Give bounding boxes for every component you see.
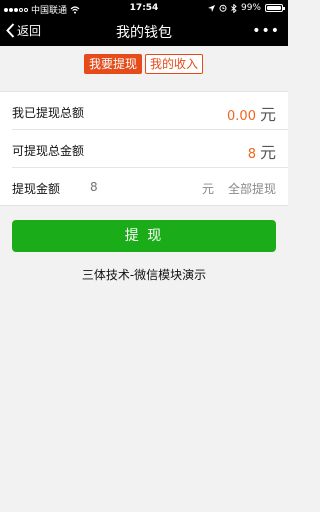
alarm-icon: [219, 4, 227, 12]
withdraw-all-button[interactable]: 全部提现: [228, 180, 276, 197]
back-button[interactable]: 返回: [6, 22, 41, 39]
available-balance-value: 8: [247, 147, 256, 162]
status-right: 99%: [207, 3, 285, 13]
status-bar: 中国联通 17:54 99%: [0, 0, 288, 16]
battery-level: [267, 6, 281, 10]
withdraw-amount-label: 提现金额: [12, 182, 61, 196]
withdraw-amount-input[interactable]: [90, 177, 190, 197]
total-withdrawn-unit: 元: [259, 105, 276, 124]
more-options-button[interactable]: •••: [252, 23, 280, 39]
footnote-text: 三体技术-微信模块演示: [81, 268, 207, 282]
available-balance-unit: 元: [259, 143, 276, 162]
tab-income[interactable]: 我的收入: [145, 54, 204, 74]
tab-withdraw[interactable]: 我要提现: [84, 54, 143, 74]
withdraw-submit-button[interactable]: 提 现: [12, 220, 276, 252]
location-arrow-icon: [207, 4, 215, 12]
nav-bar: 返回 我的钱包 •••: [0, 16, 288, 46]
chevron-left-icon: [6, 23, 15, 38]
top-bar: 中国联通 17:54 99% 返回 我的钱包 •••: [0, 0, 288, 46]
withdraw-amount-unit: 元: [201, 182, 214, 196]
available-balance-label: 可提现总金额: [12, 144, 85, 158]
available-balance-row: 可提现总金额 8 元: [12, 130, 288, 168]
withdraw-amount-row: 提现金额 元 全部提现: [12, 168, 288, 206]
wallet-tabs: 我要提现 我的收入: [84, 54, 204, 74]
wallet-panel: 我已提现总额 0.00 元 可提现总金额 8 元 提现金额 元 全部提现: [0, 91, 288, 206]
bluetooth-icon: [231, 3, 237, 13]
available-balance-value-group: 8 元: [248, 139, 276, 163]
back-label: 返回: [17, 24, 42, 38]
battery-icon: [265, 4, 285, 12]
page-title: 我的钱包: [116, 25, 172, 41]
battery-percent: 99%: [240, 3, 261, 13]
total-withdrawn-value: 0.00: [227, 109, 256, 124]
total-withdrawn-value-group: 0.00 元: [227, 101, 276, 125]
total-withdrawn-label: 我已提现总额: [12, 106, 85, 120]
total-withdrawn-row: 我已提现总额 0.00 元: [12, 92, 288, 130]
